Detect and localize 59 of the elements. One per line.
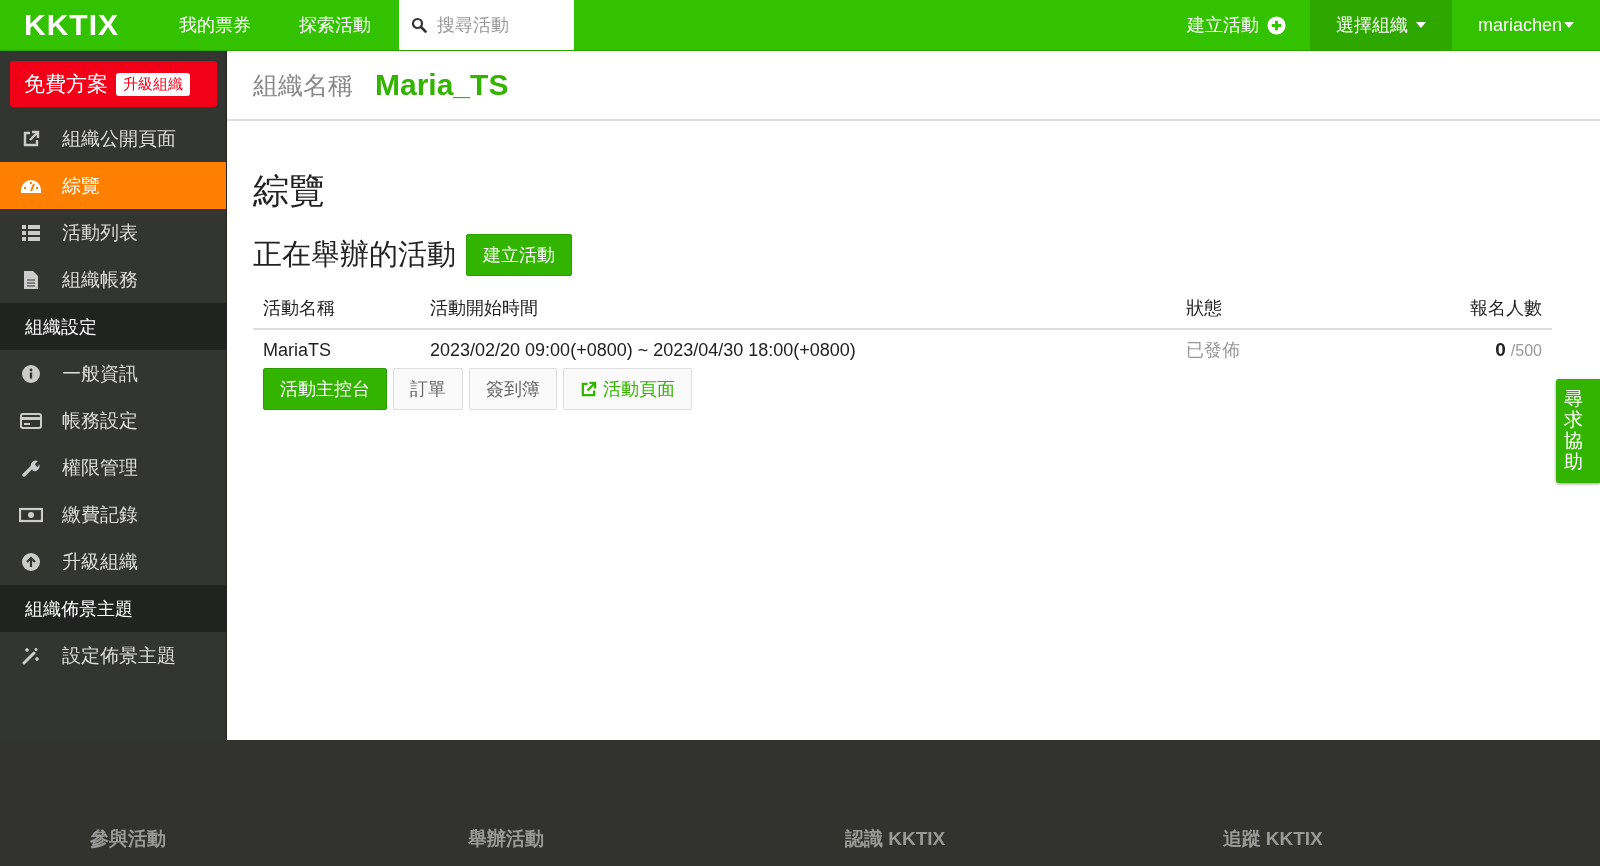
- footer-heading: 參與活動: [90, 828, 166, 849]
- footer-heading: 舉辦活動: [467, 828, 544, 849]
- column-header: 狀態: [1176, 288, 1396, 329]
- nav-link[interactable]: 探索活動: [275, 0, 395, 50]
- action-button[interactable]: 訂單: [393, 368, 463, 410]
- sidebar-item[interactable]: 帳務設定: [0, 397, 226, 444]
- sidebar-item[interactable]: 繳費記錄: [0, 491, 226, 538]
- arrow-up-circle-icon: [22, 552, 40, 571]
- dashboard-button[interactable]: 活動主控台: [263, 368, 387, 410]
- banknote-icon: [19, 506, 43, 523]
- sidebar-item[interactable]: 綜覽: [0, 162, 226, 209]
- plus-circle-icon: [1266, 15, 1286, 35]
- sidebar-item[interactable]: 一般資訊: [0, 350, 226, 397]
- help-tab[interactable]: 尋求協助: [1556, 379, 1600, 483]
- dashboard-gauge-icon: [21, 177, 41, 194]
- wrench-icon: [22, 458, 40, 477]
- search-field[interactable]: 搜尋活動: [399, 0, 574, 50]
- magic-wand-icon: [22, 646, 40, 665]
- caret-icon: [1415, 22, 1426, 28]
- sidebar-item[interactable]: 組織帳務: [0, 256, 226, 303]
- table-cell: 2023/02/20 09:00(+0800) ~ 2023/04/30 18:00(+0800): [420, 329, 1176, 368]
- nav-link[interactable]: 我的票券: [155, 0, 275, 50]
- column-header: 活動開始時間: [420, 288, 1176, 329]
- table-cell: MariaTS: [253, 329, 420, 368]
- user-menu[interactable]: mariachen: [1451, 0, 1600, 50]
- external-link-icon: [580, 380, 597, 398]
- upgrade-badge[interactable]: 升級組織: [116, 72, 190, 96]
- column-header: 報名人數: [1396, 288, 1552, 329]
- sidebar-item[interactable]: 活動列表: [0, 209, 226, 256]
- sidebar-item[interactable]: 組織公開頁面: [0, 115, 226, 162]
- footer-heading: 追蹤 KKTIX: [1222, 828, 1323, 849]
- create-event-button[interactable]: 建立活動: [466, 234, 572, 276]
- sidebar-section-header: 組織設定: [0, 303, 226, 350]
- organization-label: 組織名稱: [253, 69, 353, 101]
- plan-label: 免費方案: [24, 71, 108, 97]
- action-button[interactable]: 簽到簿: [469, 368, 557, 410]
- sidebar-section-header: 組織佈景主題: [0, 585, 226, 632]
- column-header: 活動名稱: [253, 288, 420, 329]
- footer-heading: 認識 KKTIX: [845, 828, 946, 849]
- section-title: 正在舉辦的活動: [253, 237, 456, 272]
- list-icon: [22, 224, 40, 241]
- sidebar-item[interactable]: 權限管理: [0, 444, 226, 491]
- registered-count: 0: [1495, 339, 1506, 360]
- organization-name: Maria_TS: [375, 68, 509, 102]
- info-icon: [22, 364, 40, 383]
- credit-card-icon: [20, 412, 42, 429]
- document-icon: [24, 270, 38, 289]
- organization-menu[interactable]: 選擇組織: [1309, 0, 1452, 50]
- event-page-button[interactable]: 活動頁面: [563, 368, 692, 410]
- sidebar-item[interactable]: 升級組織: [0, 538, 226, 585]
- table-cell: 已發佈: [1176, 329, 1396, 368]
- external-link-icon: [22, 129, 40, 148]
- create-event-link[interactable]: 建立活動: [1162, 0, 1310, 50]
- page-title: 綜覽: [253, 169, 326, 213]
- sidebar-item[interactable]: 設定佈景主題: [0, 632, 226, 679]
- caret-icon: [1564, 22, 1574, 28]
- logo[interactable]: KKTIX: [24, 8, 119, 42]
- capacity: /500: [1510, 342, 1542, 359]
- plan-banner[interactable]: 免費方案 升級組織: [10, 61, 217, 107]
